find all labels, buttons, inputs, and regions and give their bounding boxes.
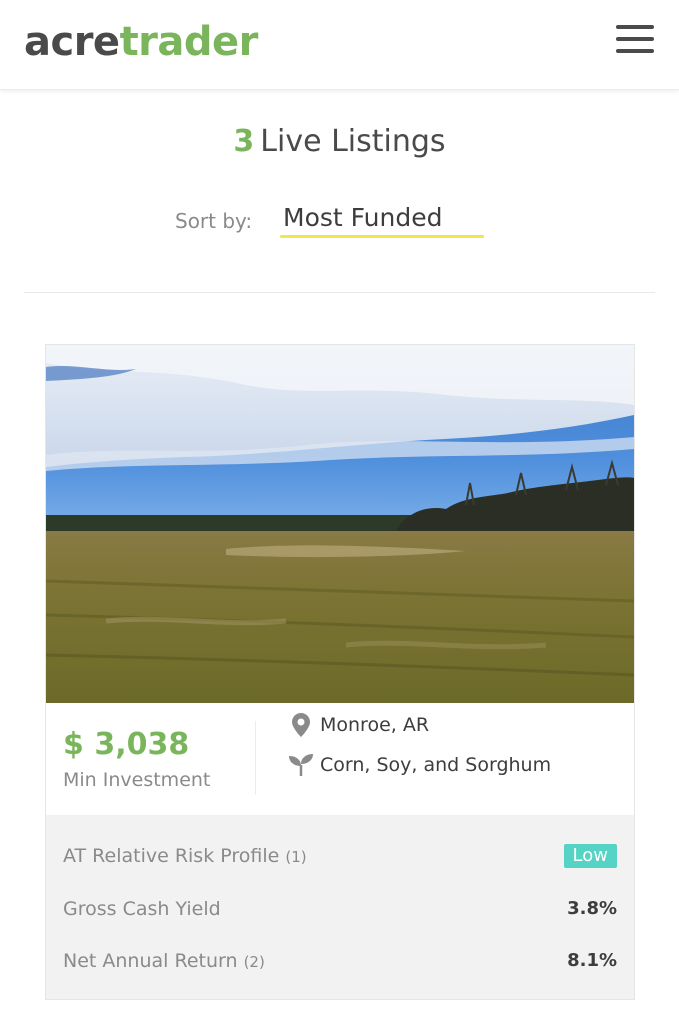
map-pin-icon xyxy=(289,712,313,738)
net-annual-return-label-text: Net Annual Return xyxy=(63,950,238,972)
gross-cash-yield-value: 3.8% xyxy=(567,898,617,919)
stat-row-return: Net Annual Return (2) 8.1% xyxy=(63,946,617,976)
sort-underline xyxy=(280,235,484,238)
acretrader-logo[interactable]: acretrader xyxy=(24,16,258,68)
farmland-image xyxy=(46,345,634,703)
listing-card[interactable]: $ 3,038 Min Investment Monroe, AR Corn, … xyxy=(45,344,635,1000)
min-investment-label: Min Investment xyxy=(63,769,211,791)
logo-text-trader: trader xyxy=(119,19,259,65)
location-text: Monroe, AR xyxy=(320,714,430,736)
sort-value: Most Funded xyxy=(283,203,443,232)
footnote-2[interactable]: (2) xyxy=(244,953,265,971)
location-row: Monroe, AR xyxy=(289,711,429,739)
listings-count: 3 xyxy=(233,124,255,159)
section-divider xyxy=(24,292,655,293)
listings-heading: 3 Live Listings xyxy=(0,120,679,164)
sort-dropdown[interactable]: Most Funded xyxy=(280,200,484,238)
listings-title: Live Listings xyxy=(260,124,446,159)
listing-stats: AT Relative Risk Profile (1) Low Gross C… xyxy=(46,815,634,999)
top-header: acretrader xyxy=(0,0,679,90)
risk-badge: Low xyxy=(563,844,617,868)
crops-text: Corn, Soy, and Sorghum xyxy=(320,754,552,776)
sprout-icon xyxy=(289,752,313,778)
net-annual-return-value: 8.1% xyxy=(567,950,617,971)
hamburger-menu-icon[interactable] xyxy=(612,22,658,58)
footnote-1[interactable]: (1) xyxy=(285,848,306,866)
risk-profile-label: AT Relative Risk Profile (1) xyxy=(63,841,307,872)
logo-text-acre: acre xyxy=(24,19,120,65)
listing-photo[interactable] xyxy=(46,345,634,703)
sort-label: Sort by: xyxy=(175,209,253,233)
stat-row-yield: Gross Cash Yield 3.8% xyxy=(63,894,617,924)
gross-cash-yield-label: Gross Cash Yield xyxy=(63,898,221,920)
crops-row: Corn, Soy, and Sorghum xyxy=(289,751,551,779)
summary-divider xyxy=(255,721,256,795)
risk-profile-label-text: AT Relative Risk Profile xyxy=(63,845,280,867)
min-investment-value: $ 3,038 xyxy=(63,727,190,762)
net-annual-return-label: Net Annual Return (2) xyxy=(63,946,265,977)
stat-row-risk: AT Relative Risk Profile (1) Low xyxy=(63,841,617,871)
